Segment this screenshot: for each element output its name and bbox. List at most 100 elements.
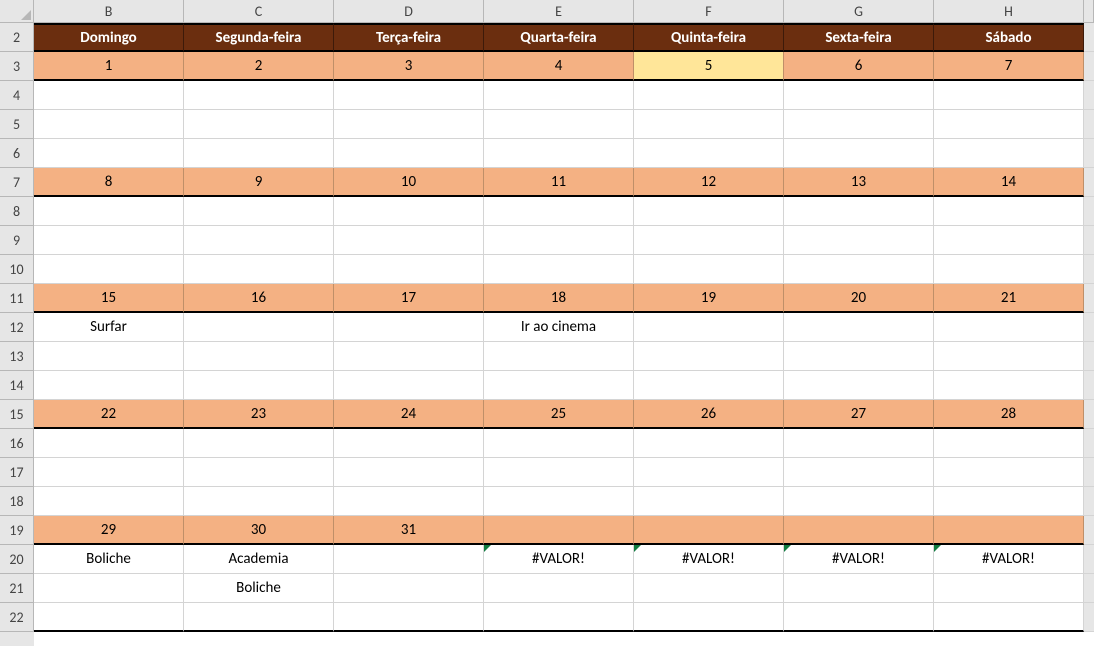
cell-G18[interactable] — [784, 487, 934, 516]
cell-F9[interactable] — [634, 226, 784, 255]
cell-H13[interactable] — [934, 342, 1084, 371]
cell-H9[interactable] — [934, 226, 1084, 255]
row-header-8[interactable]: 8 — [0, 197, 34, 226]
cell-H21[interactable] — [934, 574, 1084, 603]
cell-F19[interactable] — [634, 516, 784, 545]
cell-H14[interactable] — [934, 371, 1084, 400]
cell-G20[interactable]: #VALOR! — [784, 545, 934, 574]
cell-C2[interactable]: Segunda-feira — [184, 23, 334, 52]
column-header-E[interactable]: E — [484, 0, 634, 23]
cell-E18[interactable] — [484, 487, 634, 516]
row-header-7[interactable]: 7 — [0, 168, 34, 197]
cell-G14[interactable] — [784, 371, 934, 400]
cell-H22[interactable] — [934, 603, 1084, 632]
cell-B18[interactable] — [34, 487, 184, 516]
cell-H5[interactable] — [934, 110, 1084, 139]
cell-F11[interactable]: 19 — [634, 284, 784, 313]
cell-F20[interactable]: #VALOR! — [634, 545, 784, 574]
cell-E14[interactable] — [484, 371, 634, 400]
row-header-13[interactable]: 13 — [0, 342, 34, 371]
cell-F22[interactable] — [634, 603, 784, 632]
cell-G10[interactable] — [784, 255, 934, 284]
cell-G13[interactable] — [784, 342, 934, 371]
cell-B7[interactable]: 8 — [34, 168, 184, 197]
cell-G19[interactable] — [784, 516, 934, 545]
cell-C17[interactable] — [184, 458, 334, 487]
cell-E22[interactable] — [484, 603, 634, 632]
cell-B14[interactable] — [34, 371, 184, 400]
cell-G5[interactable] — [784, 110, 934, 139]
cell-C21[interactable]: Boliche — [184, 574, 334, 603]
cell-C4[interactable] — [184, 81, 334, 110]
cell-B19[interactable]: 29 — [34, 516, 184, 545]
cell-E17[interactable] — [484, 458, 634, 487]
cell-E6[interactable] — [484, 139, 634, 168]
cell-D17[interactable] — [334, 458, 484, 487]
cell-G8[interactable] — [784, 197, 934, 226]
column-header-H[interactable]: H — [934, 0, 1084, 23]
cell-C10[interactable] — [184, 255, 334, 284]
cell-E4[interactable] — [484, 81, 634, 110]
cell-G2[interactable]: Sexta-feira — [784, 23, 934, 52]
cell-E21[interactable] — [484, 574, 634, 603]
cell-H3[interactable]: 7 — [934, 52, 1084, 81]
cell-B12[interactable]: Surfar — [34, 313, 184, 342]
cell-D3[interactable]: 3 — [334, 52, 484, 81]
cell-C15[interactable]: 23 — [184, 400, 334, 429]
cell-C8[interactable] — [184, 197, 334, 226]
row-header-6[interactable]: 6 — [0, 139, 34, 168]
cell-G9[interactable] — [784, 226, 934, 255]
cell-F14[interactable] — [634, 371, 784, 400]
row-header-16[interactable]: 16 — [0, 429, 34, 458]
cell-D13[interactable] — [334, 342, 484, 371]
row-header-11[interactable]: 11 — [0, 284, 34, 313]
cell-C19[interactable]: 30 — [184, 516, 334, 545]
cell-H11[interactable]: 21 — [934, 284, 1084, 313]
cell-C6[interactable] — [184, 139, 334, 168]
cell-H19[interactable] — [934, 516, 1084, 545]
column-header-G[interactable]: G — [784, 0, 934, 23]
cell-E5[interactable] — [484, 110, 634, 139]
cell-H17[interactable] — [934, 458, 1084, 487]
cell-B8[interactable] — [34, 197, 184, 226]
cell-E16[interactable] — [484, 429, 634, 458]
cell-D21[interactable] — [334, 574, 484, 603]
cell-F5[interactable] — [634, 110, 784, 139]
cell-F13[interactable] — [634, 342, 784, 371]
row-header-19[interactable]: 19 — [0, 516, 34, 545]
cell-B20[interactable]: Boliche — [34, 545, 184, 574]
cell-F2[interactable]: Quinta-feira — [634, 23, 784, 52]
cell-F12[interactable] — [634, 313, 784, 342]
cell-C20[interactable]: Academia — [184, 545, 334, 574]
cell-G15[interactable]: 27 — [784, 400, 934, 429]
cell-B17[interactable] — [34, 458, 184, 487]
cell-G4[interactable] — [784, 81, 934, 110]
cell-C3[interactable]: 2 — [184, 52, 334, 81]
cell-C9[interactable] — [184, 226, 334, 255]
row-header-12[interactable]: 12 — [0, 313, 34, 342]
row-header-20[interactable]: 20 — [0, 545, 34, 574]
cell-H2[interactable]: Sábado — [934, 23, 1084, 52]
cell-B11[interactable]: 15 — [34, 284, 184, 313]
cell-D12[interactable] — [334, 313, 484, 342]
cell-E11[interactable]: 18 — [484, 284, 634, 313]
cell-C12[interactable] — [184, 313, 334, 342]
cell-D2[interactable]: Terça-feira — [334, 23, 484, 52]
row-header-10[interactable]: 10 — [0, 255, 34, 284]
cell-E19[interactable] — [484, 516, 634, 545]
cell-F18[interactable] — [634, 487, 784, 516]
column-header-B[interactable]: B — [34, 0, 184, 23]
cell-G3[interactable]: 6 — [784, 52, 934, 81]
cell-D4[interactable] — [334, 81, 484, 110]
cell-G12[interactable] — [784, 313, 934, 342]
cell-H10[interactable] — [934, 255, 1084, 284]
cell-E10[interactable] — [484, 255, 634, 284]
cell-H16[interactable] — [934, 429, 1084, 458]
cell-D18[interactable] — [334, 487, 484, 516]
row-header-3[interactable]: 3 — [0, 52, 34, 81]
cell-C16[interactable] — [184, 429, 334, 458]
cell-E12[interactable]: Ir ao cinema — [484, 313, 634, 342]
cell-H7[interactable]: 14 — [934, 168, 1084, 197]
cell-D10[interactable] — [334, 255, 484, 284]
cell-F10[interactable] — [634, 255, 784, 284]
